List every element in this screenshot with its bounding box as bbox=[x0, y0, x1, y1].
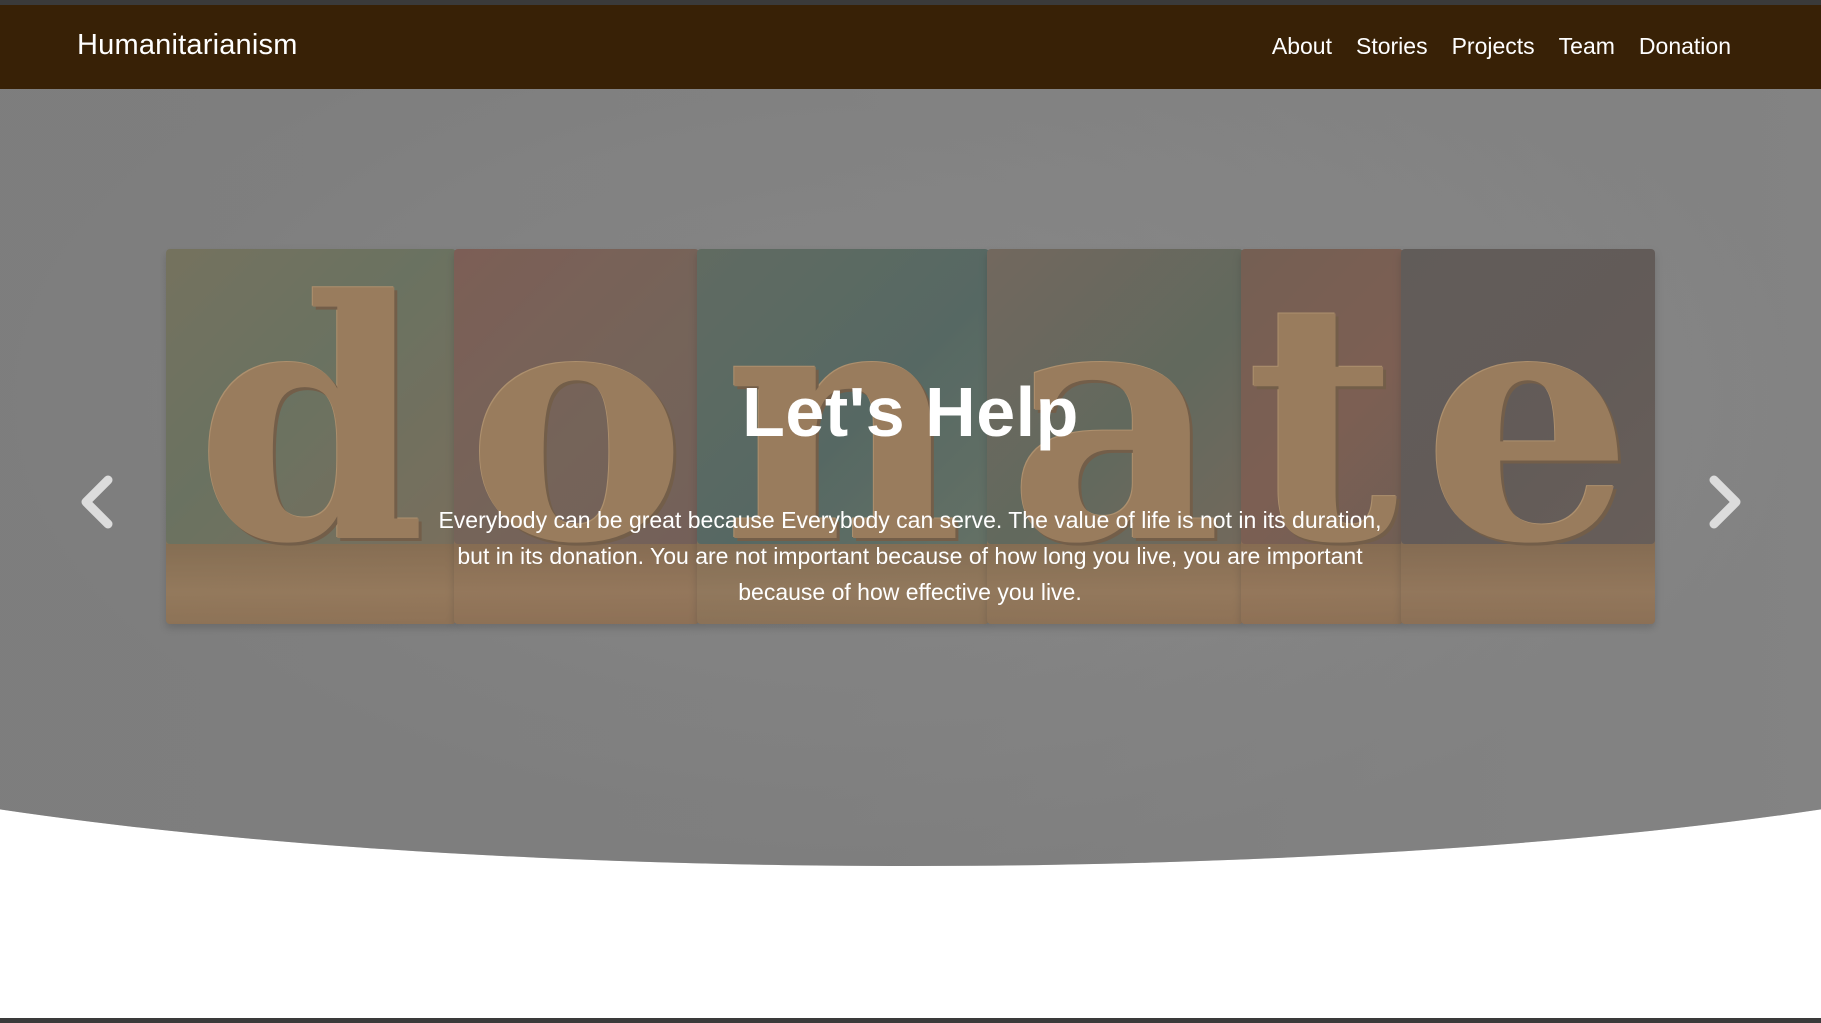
nav-item-projects: Projects bbox=[1452, 33, 1535, 60]
hero-slide: d o n a t e Let's Help Everybody can be … bbox=[0, 89, 1821, 866]
navbar: Humanitarianism About Stories Projects T… bbox=[0, 5, 1821, 89]
hero-overlay bbox=[0, 89, 1821, 866]
nav-item-team: Team bbox=[1559, 33, 1615, 60]
chevron-left-icon bbox=[81, 475, 113, 529]
hero-title: Let's Help bbox=[742, 373, 1079, 451]
nav-link-donation[interactable]: Donation bbox=[1639, 33, 1731, 59]
hero-carousel: d o n a t e Let's Help Everybody can be … bbox=[0, 89, 1821, 866]
page: Humanitarianism About Stories Projects T… bbox=[0, 0, 1821, 1023]
nav-link-team[interactable]: Team bbox=[1559, 33, 1615, 59]
nav-item-about: About bbox=[1272, 33, 1332, 60]
hero-text: Everybody can be great because Everybody… bbox=[438, 507, 1382, 605]
nav-item-donation: Donation bbox=[1639, 33, 1731, 60]
chevron-right-icon bbox=[1709, 475, 1741, 529]
brand-link[interactable]: Humanitarianism bbox=[77, 29, 298, 62]
nav-link-about[interactable]: About bbox=[1272, 33, 1332, 59]
bottom-edge bbox=[0, 1018, 1821, 1023]
carousel-prev-button[interactable] bbox=[70, 472, 130, 532]
carousel-next-button[interactable] bbox=[1692, 472, 1752, 532]
nav-links: About Stories Projects Team Donation bbox=[1272, 33, 1731, 60]
nav-link-projects[interactable]: Projects bbox=[1452, 33, 1535, 59]
nav-link-stories[interactable]: Stories bbox=[1356, 33, 1428, 59]
nav-item-stories: Stories bbox=[1356, 33, 1428, 60]
